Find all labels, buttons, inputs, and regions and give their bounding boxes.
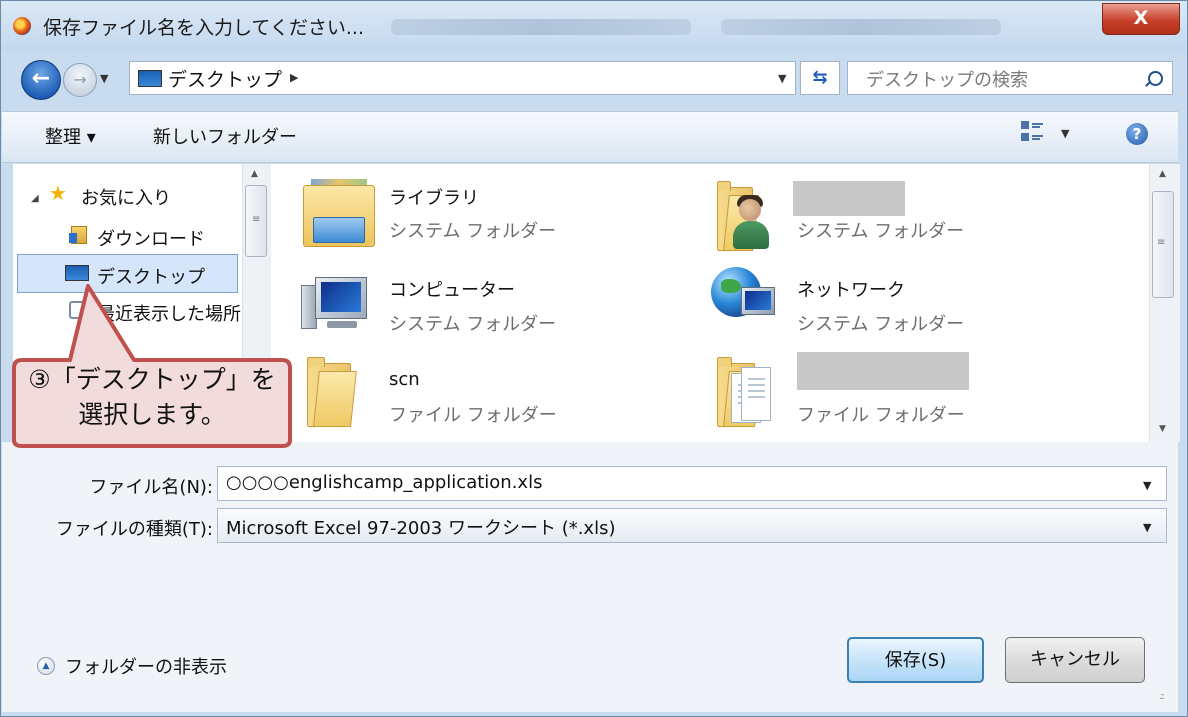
search-placeholder: デスクトップの検索 <box>866 70 1028 91</box>
search-icon <box>1148 71 1163 86</box>
filetype-dropdown-icon[interactable]: ▼ <box>1143 521 1151 534</box>
scroll-down-icon[interactable]: ▼ <box>1159 424 1166 434</box>
view-options-icon[interactable] <box>1021 121 1043 143</box>
scroll-up-icon[interactable]: ▲ <box>1159 169 1166 179</box>
resize-grip-icon[interactable]: .:: <box>1159 691 1165 702</box>
address-dropdown-icon[interactable]: ▼ <box>778 72 786 85</box>
hide-folders-icon[interactable]: ▲ <box>37 657 55 675</box>
blurred-title-area <box>721 19 1001 35</box>
collapse-triangle-icon[interactable]: ◢ <box>31 193 39 204</box>
refresh-button[interactable]: ⇆ <box>800 61 840 95</box>
sidebar-item-downloads[interactable]: ダウンロード <box>97 225 205 251</box>
item-name[interactable]: scn <box>389 369 420 390</box>
new-folder-button[interactable]: 新しいフォルダー <box>153 123 297 149</box>
back-button[interactable]: ← <box>21 60 61 100</box>
documents-icon <box>725 367 775 427</box>
filename-dropdown-icon[interactable]: ▼ <box>1143 479 1151 492</box>
computer-icon[interactable] <box>301 273 371 333</box>
close-button[interactable]: X <box>1102 3 1180 35</box>
item-type: ファイル フォルダー <box>389 405 557 426</box>
address-text: デスクトップ <box>168 69 283 91</box>
filetype-select[interactable]: Microsoft Excel 97-2003 ワークシート (*.xls) ▼ <box>217 508 1167 543</box>
filename-input[interactable]: ○○○○englishcamp_application.xls ▼ <box>217 466 1167 501</box>
user-icon <box>709 179 779 255</box>
callout-line-2: 選択します。 <box>78 400 226 429</box>
filetype-value: Microsoft Excel 97-2003 ワークシート (*.xls) <box>226 518 616 539</box>
sidebar-item-favorites[interactable]: お気に入り <box>81 184 171 210</box>
view-dropdown-icon[interactable]: ▼ <box>1061 127 1069 140</box>
star-icon: ★ <box>49 181 67 205</box>
blurred-title-area <box>391 19 691 35</box>
breadcrumb-chevron-icon[interactable]: ▶ <box>290 71 298 84</box>
window-title: 保存ファイル名を入力してください... <box>43 17 364 39</box>
firefox-icon <box>13 17 31 35</box>
network-icon[interactable] <box>711 267 781 327</box>
item-type: システム フォルダー <box>389 314 557 335</box>
item-type: ファイル フォルダー <box>797 405 965 426</box>
history-dropdown-icon[interactable]: ▼ <box>100 72 108 85</box>
organize-button[interactable]: 整理 ▾ <box>45 123 96 149</box>
item-type: システム フォルダー <box>389 221 557 242</box>
redacted-name[interactable] <box>793 181 905 216</box>
item-type: システム フォルダー <box>797 221 965 242</box>
desktop-icon <box>65 265 89 281</box>
library-icon[interactable] <box>303 179 375 249</box>
forward-button[interactable]: → <box>63 63 97 97</box>
download-folder-icon <box>69 226 87 244</box>
redacted-name[interactable] <box>797 352 969 390</box>
item-name[interactable]: ネットワーク <box>797 276 905 302</box>
hide-folders-button[interactable]: フォルダーの非表示 <box>65 653 227 679</box>
item-type: システム フォルダー <box>797 314 965 335</box>
filetype-label: ファイルの種類(T): <box>55 519 213 540</box>
grip-icon: ≡ <box>252 214 261 225</box>
save-button[interactable]: 保存(S) <box>847 637 984 683</box>
callout-line-1: ③「デスクトップ」を <box>28 365 276 394</box>
filename-value: ○○○○englishcamp_application.xls <box>226 472 543 493</box>
callout-text: ③「デスクトップ」を 選択します。 <box>8 362 296 432</box>
item-name[interactable]: コンピューター <box>389 276 515 302</box>
cancel-button[interactable]: キャンセル <box>1005 637 1145 683</box>
desktop-icon <box>138 70 162 87</box>
search-box[interactable]: デスクトップの検索 <box>847 61 1173 95</box>
folder-icon[interactable] <box>307 355 357 427</box>
item-name[interactable]: ライブラリ <box>389 184 479 210</box>
scroll-up-icon[interactable]: ▲ <box>251 169 258 179</box>
address-bar[interactable]: デスクトップ ▶ <box>129 61 796 95</box>
filename-label: ファイル名(N): <box>89 477 213 498</box>
help-icon[interactable]: ? <box>1126 123 1148 145</box>
grip-icon: ≡ <box>1157 237 1166 248</box>
